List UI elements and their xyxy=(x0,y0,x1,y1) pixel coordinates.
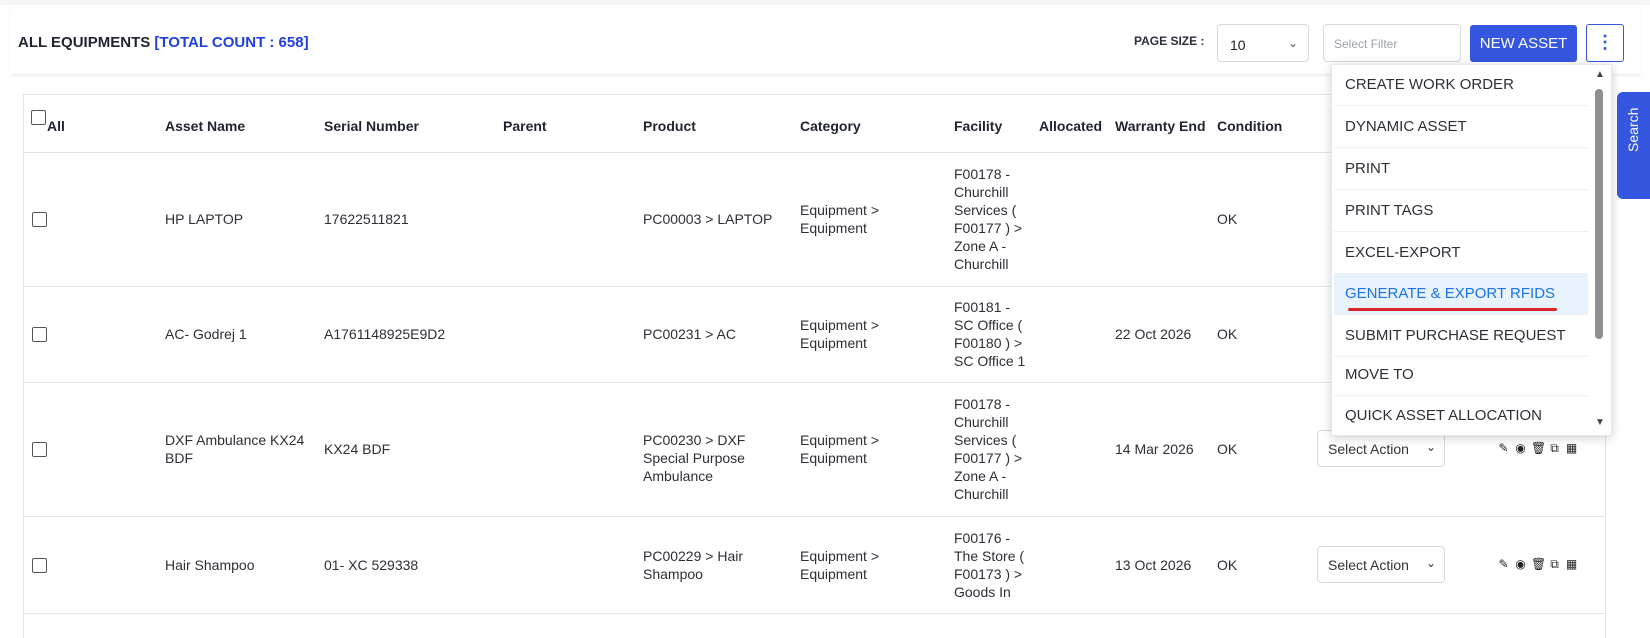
chevron-down-icon: ⌄ xyxy=(1425,556,1436,570)
scroll-down-icon[interactable]: ▼ xyxy=(1595,417,1605,428)
category-cell: Equipment > Equipment xyxy=(800,317,879,351)
warranty-end-cell: 13 Oct 2026 xyxy=(1115,557,1192,573)
warranty-end-cell: 22 Oct 2026 xyxy=(1115,326,1192,342)
asset-name-cell[interactable]: DXF Ambulance KX24 BDF xyxy=(165,431,315,467)
table-row: Hair Shampoo 01- XC 529338 PC00229 > Hai… xyxy=(24,517,1605,614)
col-header-product[interactable]: Product xyxy=(643,118,696,134)
page-size-value: 10 xyxy=(1230,37,1246,53)
row-action-icons: ✎ ◉ 🗑 ⧉ ▦ xyxy=(1497,441,1578,456)
top-strip xyxy=(0,0,1650,5)
col-header-serial-number[interactable]: Serial Number xyxy=(324,118,419,134)
category-cell: Equipment > Equipment xyxy=(800,202,879,236)
filter-select[interactable]: Select Filter xyxy=(1323,24,1461,62)
menu-item-generate-export-rfids-label: GENERATE & EXPORT RFIDS xyxy=(1345,285,1556,302)
serial-number-cell: 01- XC 529338 xyxy=(324,557,419,573)
search-side-tab-label: Search xyxy=(1625,107,1641,152)
asset-name-cell[interactable]: HP LAPTOP xyxy=(165,210,243,228)
scroll-thumb[interactable] xyxy=(1595,89,1603,339)
pencil-icon[interactable]: ✎ xyxy=(1497,557,1510,572)
product-cell: PC00231 > AC xyxy=(643,326,737,342)
col-header-asset-name[interactable]: Asset Name xyxy=(165,118,245,134)
facility-cell: F00181 - SC Office ( F00180 ) > SC Offic… xyxy=(954,299,1026,369)
row-checkbox[interactable] xyxy=(32,327,47,342)
page-size-label: PAGE SIZE : xyxy=(1134,34,1205,48)
menu-item-dynamic-asset[interactable]: DYNAMIC ASSET xyxy=(1334,107,1588,148)
annotation-underline xyxy=(1348,308,1557,311)
chevron-down-icon: ⌄ xyxy=(1425,440,1436,454)
product-cell: PC00230 > DXF Special Purpose Ambulance xyxy=(643,432,746,484)
serial-number-cell: A1761148925E9D2 xyxy=(324,326,446,342)
menu-item-quick-asset-allocation[interactable]: QUICK ASSET ALLOCATION xyxy=(1334,396,1588,435)
trash-icon[interactable]: 🗑 xyxy=(1531,557,1546,572)
row-checkbox[interactable] xyxy=(32,212,47,227)
col-header-all: All xyxy=(47,118,65,134)
action-select-label: Select Action xyxy=(1328,557,1409,573)
menu-item-print[interactable]: PRINT xyxy=(1334,149,1588,190)
eye-icon[interactable]: ◉ xyxy=(1514,557,1527,572)
menu-item-generate-export-rfids[interactable]: GENERATE & EXPORT RFIDS xyxy=(1334,274,1588,315)
product-cell: PC00229 > Hair Shampoo xyxy=(643,548,744,582)
scroll-up-icon[interactable]: ▲ xyxy=(1595,69,1605,80)
select-all-checkbox[interactable] xyxy=(31,110,46,125)
page-size-select[interactable]: 10 ⌄ xyxy=(1217,24,1309,62)
facility-cell: F00176 - The Store ( F00173 ) > Goods In xyxy=(954,530,1025,600)
search-side-tab[interactable]: Search xyxy=(1617,92,1650,199)
action-select-label: Select Action xyxy=(1328,441,1409,457)
qr-icon[interactable]: ▦ xyxy=(1565,441,1578,456)
copy-icon[interactable]: ⧉ xyxy=(1548,557,1561,572)
product-cell: PC00003 > LAPTOP xyxy=(643,211,773,227)
copy-icon[interactable]: ⧉ xyxy=(1548,441,1561,456)
col-header-parent[interactable]: Parent xyxy=(503,118,547,134)
row-action-icons: ✎ ◉ 🗑 ⧉ ▦ xyxy=(1497,557,1578,572)
menu-item-print-tags[interactable]: PRINT TAGS xyxy=(1334,191,1588,232)
pencil-icon[interactable]: ✎ xyxy=(1497,441,1510,456)
page-title-text: ALL EQUIPMENTS xyxy=(18,34,151,51)
asset-name-cell[interactable]: Hair Shampoo xyxy=(165,556,255,574)
menu-item-create-work-order[interactable]: CREATE WORK ORDER xyxy=(1334,65,1588,106)
condition-cell: OK xyxy=(1217,441,1238,457)
condition-cell: OK xyxy=(1217,211,1238,227)
menu-item-excel-export[interactable]: EXCEL-EXPORT xyxy=(1334,233,1588,274)
facility-cell: F00178 - Churchill Services ( F00177 ) >… xyxy=(954,166,1023,272)
col-header-facility[interactable]: Facility xyxy=(954,118,1002,134)
condition-cell: OK xyxy=(1217,557,1238,573)
page-title: ALL EQUIPMENTS [TOTAL COUNT : 658] xyxy=(18,34,309,51)
category-cell: Equipment > Equipment xyxy=(800,548,879,582)
eye-icon[interactable]: ◉ xyxy=(1514,441,1527,456)
trash-icon[interactable]: 🗑 xyxy=(1531,441,1546,456)
col-header-warranty-end[interactable]: Warranty End xyxy=(1115,118,1206,134)
category-cell: Equipment > Equipment xyxy=(800,432,879,466)
facility-cell: F00178 - Churchill Services ( F00177 ) >… xyxy=(954,396,1023,502)
col-header-allocated[interactable]: Allocated xyxy=(1039,118,1102,134)
action-select[interactable]: Select Action ⌄ xyxy=(1317,546,1445,583)
qr-icon[interactable]: ▦ xyxy=(1565,557,1578,572)
col-header-category[interactable]: Category xyxy=(800,118,861,134)
more-options-dropdown: CREATE WORK ORDER DYNAMIC ASSET PRINT PR… xyxy=(1331,64,1612,436)
condition-cell: OK xyxy=(1217,326,1238,342)
row-checkbox[interactable] xyxy=(32,442,47,457)
more-options-icon[interactable]: ⋮ xyxy=(1586,24,1624,62)
row-checkbox[interactable] xyxy=(32,558,47,573)
serial-number-cell: KX24 BDF xyxy=(324,441,391,457)
serial-number-cell: 17622511821 xyxy=(324,211,409,227)
asset-name-cell[interactable]: AC- Godrej 1 xyxy=(165,325,247,343)
warranty-end-cell: 14 Mar 2026 xyxy=(1115,441,1194,457)
menu-item-submit-purchase-request[interactable]: SUBMIT PURCHASE REQUEST xyxy=(1334,316,1588,357)
total-count: [TOTAL COUNT : 658] xyxy=(154,34,309,51)
chevron-down-icon: ⌄ xyxy=(1287,36,1298,50)
col-header-condition[interactable]: Condition xyxy=(1217,118,1282,134)
new-asset-button[interactable]: NEW ASSET xyxy=(1470,25,1577,62)
menu-item-move-to[interactable]: MOVE TO xyxy=(1334,355,1588,396)
